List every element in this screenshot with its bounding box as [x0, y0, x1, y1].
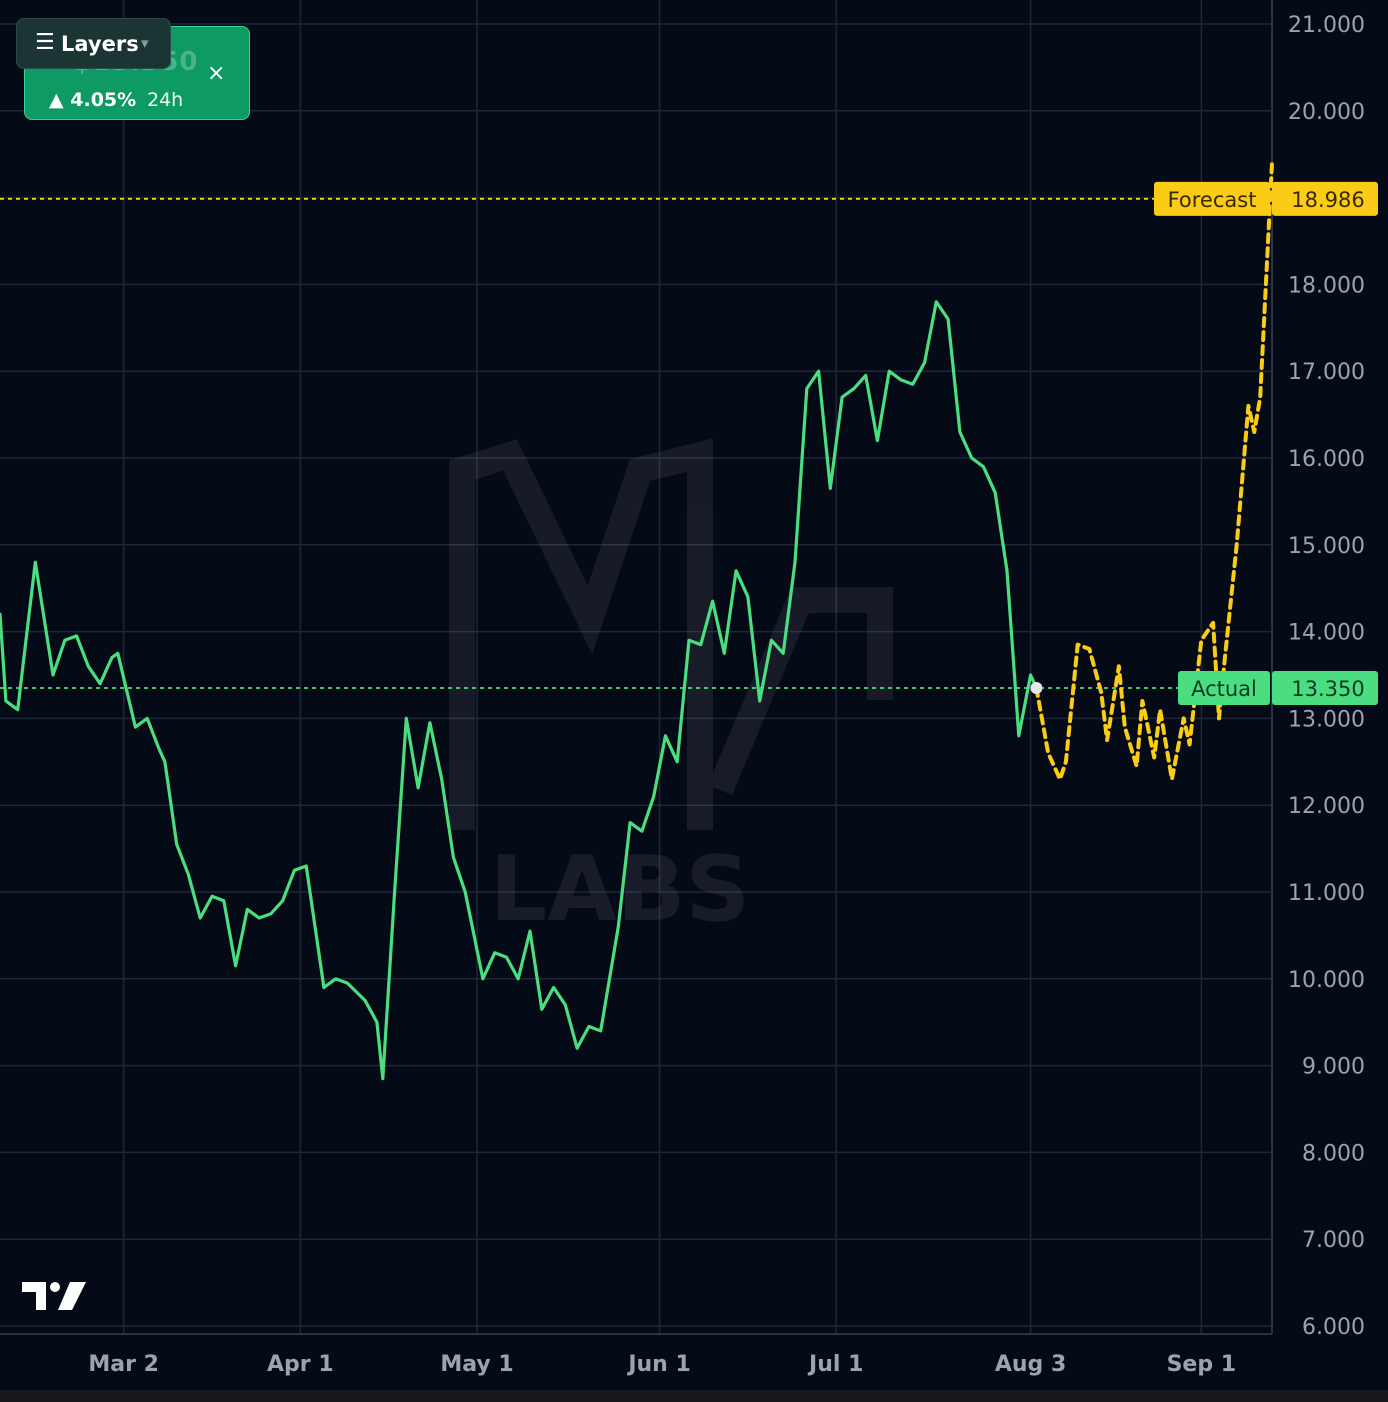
y-tick-label: 16.000 [1288, 447, 1365, 472]
y-tick-label: 6.000 [1302, 1315, 1365, 1340]
x-tick-label: Mar 2 [88, 1352, 159, 1377]
change-percent: ▲ 4.05% [49, 89, 136, 111]
last-price-dot [1030, 682, 1043, 695]
x-axis[interactable]: Mar 2 Apr 1 May 1 Jun 1 Jul 1 Aug 3 Sep 1 [88, 1352, 1236, 1377]
y-tick-label: 14.000 [1288, 621, 1365, 646]
x-tick-label: Jul 1 [807, 1352, 863, 1377]
watermark-text: LABS [490, 837, 750, 942]
close-icon[interactable]: × [207, 61, 225, 86]
change-value: 4.05% [70, 89, 137, 111]
tradingview-logo-icon[interactable] [20, 1278, 90, 1314]
price-guides [0, 197, 1272, 689]
marker-value: 18.986 [1291, 188, 1364, 212]
up-arrow-icon: ▲ [49, 89, 64, 111]
y-tick-label: 21.000 [1288, 13, 1365, 38]
y-tick-label: 9.000 [1302, 1055, 1365, 1080]
marker-label: Actual [1191, 677, 1257, 701]
y-tick-label: 17.000 [1288, 360, 1365, 385]
menu-icon: ☰ [35, 30, 55, 55]
y-tick-label: 18.000 [1288, 273, 1365, 298]
change-period: 24h [147, 89, 184, 111]
chevron-down-icon: ▾ [141, 34, 149, 52]
x-tick-label: Sep 1 [1167, 1352, 1236, 1377]
chart-grid [0, 0, 1273, 1335]
y-tick-label: 7.000 [1302, 1228, 1365, 1253]
marker-label: Forecast [1168, 188, 1257, 212]
watermark: LABS [449, 438, 893, 942]
price-chart[interactable]: LABS 6.000 7.000 8.000 9.000 10.000 11.000 12.… [0, 0, 1388, 1402]
y-tick-label: 10.000 [1288, 968, 1365, 993]
y-tick-label: 11.000 [1288, 881, 1365, 906]
layers-button[interactable]: ☰ Layers ▾ [16, 18, 171, 69]
y-tick-label: 8.000 [1302, 1141, 1365, 1166]
x-tick-label: Jun 1 [626, 1352, 690, 1377]
x-tick-label: Aug 3 [995, 1352, 1066, 1377]
x-tick-label: Apr 1 [267, 1352, 334, 1377]
marker-value: 13.350 [1291, 677, 1364, 701]
y-tick-label: 12.000 [1288, 794, 1365, 819]
y-tick-label: 20.000 [1288, 100, 1365, 125]
bottom-strip [0, 1390, 1388, 1402]
y-tick-label: 15.000 [1288, 534, 1365, 559]
layers-label: Layers [61, 32, 139, 56]
x-tick-label: May 1 [440, 1352, 513, 1377]
y-tick-label: 13.000 [1288, 707, 1365, 732]
